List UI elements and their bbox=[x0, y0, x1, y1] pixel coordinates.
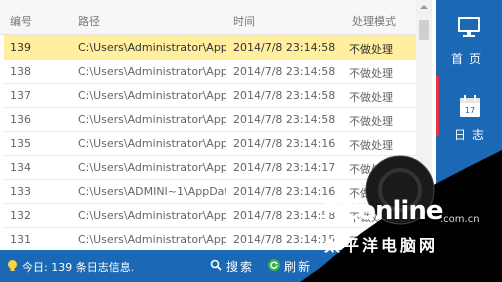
cell-path: C:\Users\ADMINI~1\AppDat bbox=[78, 185, 226, 198]
table-row[interactable]: 136 C:\Users\Administrator\App 2014/7/8 … bbox=[4, 107, 416, 132]
search-icon bbox=[210, 259, 222, 271]
cell-id: 133 bbox=[10, 185, 31, 198]
cell-id: 139 bbox=[10, 41, 31, 54]
cell-path: C:\Users\Administrator\AppD bbox=[78, 41, 226, 54]
calendar-day-label: 17 bbox=[465, 106, 475, 115]
search-button-label: 搜索 bbox=[226, 260, 255, 274]
cell-time: 2014/7/8 23:14:58 bbox=[233, 89, 336, 102]
status-text: 今日: 139 条日志信息. bbox=[22, 261, 135, 274]
cell-path: C:\Users\Administrator\App bbox=[78, 137, 226, 150]
cell-id: 132 bbox=[10, 209, 31, 222]
table-row-selected[interactable]: 139 C:\Users\Administrator\AppD 2014/7/8… bbox=[4, 35, 416, 60]
column-header-mode[interactable]: 处理模式 bbox=[352, 13, 396, 29]
cell-mode: 不做处理 bbox=[349, 91, 393, 104]
watermark-domain: .com.cn bbox=[440, 214, 480, 225]
watermark-brand: PConline bbox=[322, 196, 443, 226]
calendar-icon: 17 bbox=[460, 95, 480, 117]
table-row[interactable]: 137 C:\Users\Administrator\App 2014/7/8 … bbox=[4, 83, 416, 108]
cell-mode: 不做处理 bbox=[349, 43, 393, 56]
scrollbar-thumb[interactable] bbox=[419, 20, 429, 40]
sidebar-item-log[interactable]: 17 日志 bbox=[436, 76, 502, 142]
sidebar-item-home[interactable]: 首页 bbox=[436, 8, 502, 68]
sidebar-item-label: 首页 bbox=[450, 52, 487, 66]
column-header-time[interactable]: 时间 bbox=[233, 13, 255, 29]
monitor-icon bbox=[458, 17, 480, 37]
cell-path: C:\Users\Administrator\App bbox=[78, 209, 226, 222]
search-button[interactable]: 搜索 bbox=[210, 257, 260, 275]
cell-path: C:\Users\Administrator\App bbox=[78, 113, 226, 126]
cell-path: C:\Users\Administrator\App bbox=[78, 233, 226, 246]
cell-time: 2014/7/8 23:14:58 bbox=[233, 65, 336, 78]
cell-id: 134 bbox=[10, 161, 31, 174]
watermark-subtitle: 太平洋电脑网 bbox=[324, 236, 439, 255]
cell-id: 135 bbox=[10, 137, 31, 150]
cell-id: 131 bbox=[10, 233, 31, 246]
cell-mode: 不做处理 bbox=[349, 115, 393, 128]
cell-mode: 不做处理 bbox=[349, 67, 393, 80]
cell-id: 138 bbox=[10, 65, 31, 78]
cell-id: 136 bbox=[10, 113, 31, 126]
cell-id: 137 bbox=[10, 89, 31, 102]
table-row[interactable]: 138 C:\Users\Administrator\App 2014/7/8 … bbox=[4, 59, 416, 84]
column-header-path[interactable]: 路径 bbox=[78, 13, 100, 29]
cell-path: C:\Users\Administrator\App bbox=[78, 161, 226, 174]
table-header: 编号 路径 时间 处理模式 bbox=[0, 0, 416, 35]
cell-path: C:\Users\Administrator\App bbox=[78, 65, 226, 78]
lightbulb-icon bbox=[8, 260, 17, 271]
cell-path: C:\Users\Administrator\App bbox=[78, 89, 226, 102]
refresh-icon bbox=[268, 259, 280, 271]
scroll-up-button[interactable] bbox=[416, 0, 432, 14]
cell-time: 2014/7/8 23:14:58 bbox=[233, 41, 336, 54]
column-header-id[interactable]: 编号 bbox=[10, 13, 32, 29]
cell-time: 2014/7/8 23:14:58 bbox=[233, 113, 336, 126]
scroll-up-arrow-icon bbox=[420, 5, 428, 9]
